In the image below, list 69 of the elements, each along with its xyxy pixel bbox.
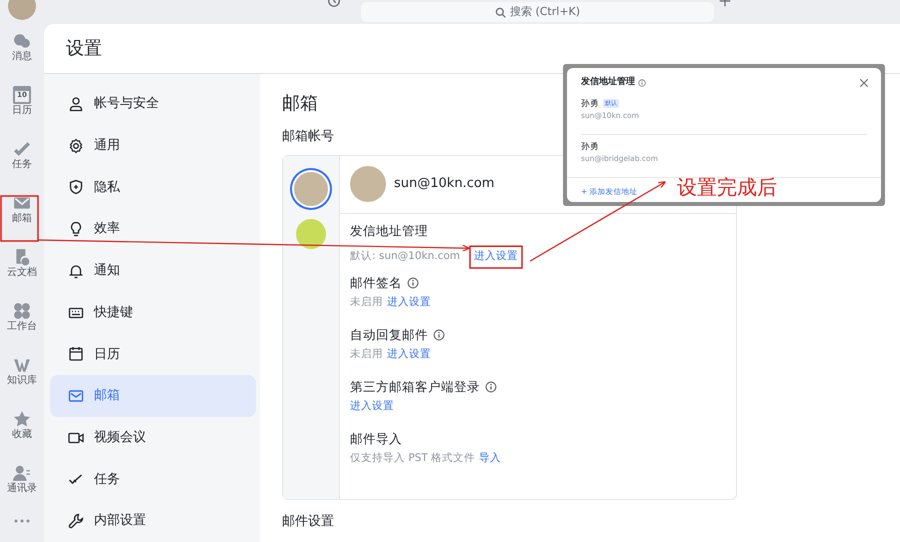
option-title: 邮件签名	[350, 274, 402, 292]
avatar-photo[interactable]	[8, 0, 36, 20]
settings-nav-item[interactable]: 快捷键	[50, 292, 256, 334]
contacts-icon[interactable]	[13, 464, 31, 482]
search-icon	[494, 6, 506, 18]
settings-nav-item[interactable]: 隐私	[50, 166, 256, 208]
settings-nav-item[interactable]: 视频会议	[50, 416, 256, 459]
option-description: 仅支持导入 PST 格式文件	[350, 451, 476, 466]
rail-label[interactable]: 工作台	[7, 320, 37, 334]
bell-icon	[68, 262, 84, 279]
info-icon	[638, 78, 646, 87]
settings-nav-item[interactable]: 通知	[50, 250, 256, 292]
sender-name: 孙勇	[581, 140, 599, 154]
section-heading: 邮件设置	[282, 512, 334, 530]
highlight-rectangle	[0, 195, 39, 242]
option-link[interactable]: 进入设置	[387, 295, 431, 311]
section-heading: 邮箱帐号	[282, 128, 334, 146]
lightbulb-icon	[68, 221, 84, 238]
settings-nav-item[interactable]: 效率	[50, 208, 256, 250]
option-description: 未启用	[350, 347, 383, 362]
person-icon	[68, 96, 84, 112]
option-link[interactable]: 进入设置	[474, 249, 518, 265]
rail-label[interactable]: 邮箱	[12, 212, 32, 226]
settings-nav-item[interactable]: 日历	[50, 333, 256, 376]
option-description: 默认: sun@10kn.com	[350, 249, 460, 264]
page-title: 邮箱	[282, 92, 318, 116]
option-title: 发信地址管理	[350, 222, 428, 240]
option-description: 未启用	[350, 295, 383, 310]
search-field[interactable]: 搜索 (Ctrl+K)	[361, 2, 714, 22]
option-title: 自动回复邮件	[350, 326, 428, 344]
settings-nav-item[interactable]: 任务	[50, 458, 256, 500]
option-link[interactable]: 进入设置	[387, 347, 431, 363]
chat-bubble-icon[interactable]	[13, 32, 31, 50]
calendar-icon	[68, 346, 84, 362]
settings-nav-item[interactable]: 内部设置	[50, 500, 256, 542]
dialog-title: 发信地址管理	[581, 76, 635, 89]
checkmark-icon[interactable]	[13, 140, 31, 158]
grid-icon[interactable]	[13, 302, 31, 320]
more-dots-icon	[14, 518, 30, 524]
info-icon	[485, 380, 497, 393]
option-title: 第三方邮箱客户端登录	[350, 378, 480, 396]
gear-icon	[68, 138, 84, 154]
mail-icon	[68, 388, 84, 404]
account-avatar-circle[interactable]	[296, 218, 326, 248]
rail-label[interactable]: 知识库	[7, 374, 37, 388]
account-avatar-photo[interactable]	[294, 172, 328, 206]
sender-name: 孙勇	[581, 98, 599, 110]
option-title: 邮件导入	[350, 430, 402, 448]
rail-label[interactable]: 日历	[12, 104, 32, 118]
option-link[interactable]: 导入	[479, 451, 502, 467]
rail-label[interactable]: 消息	[12, 50, 32, 64]
settings-nav-item[interactable]: 邮箱	[50, 375, 256, 417]
close-icon[interactable]	[859, 78, 869, 88]
rail-label[interactable]: 收藏	[12, 428, 32, 442]
settings-nav-item[interactable]: 帐号与安全	[50, 83, 256, 125]
rail-label[interactable]: 任务	[12, 158, 32, 172]
account-avatar-photo	[350, 166, 386, 202]
shield-icon	[68, 179, 84, 196]
info-icon	[433, 328, 445, 341]
account-email: sun@10kn.com	[394, 175, 494, 194]
star-icon[interactable]	[13, 410, 31, 428]
rail-label[interactable]: 通讯录	[7, 482, 37, 496]
option-link[interactable]: 进入设置	[350, 399, 394, 415]
annotation-text: 设置完成后	[677, 174, 777, 201]
highlight-rectangle	[469, 246, 523, 269]
rail-label[interactable]: 云文档	[7, 266, 37, 280]
settings-nav-item[interactable]: 通用	[50, 124, 256, 166]
info-icon	[407, 276, 419, 289]
wrench-icon	[68, 513, 84, 530]
